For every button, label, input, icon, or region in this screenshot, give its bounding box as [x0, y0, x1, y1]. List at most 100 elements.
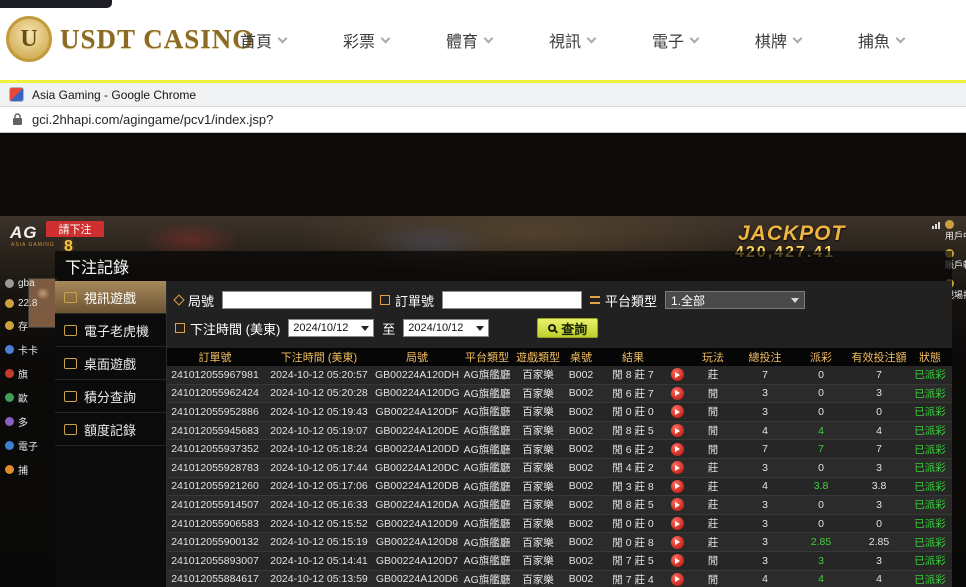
nav-item[interactable]: 彩票 [343, 28, 389, 52]
sidebar-item[interactable]: 桌面遊戲 [55, 347, 166, 380]
cell-payout: 0 [793, 406, 849, 418]
replay-button[interactable] [671, 573, 684, 586]
cell-result: 閒 6 莊 7 [601, 386, 665, 401]
left-rail-item[interactable]: 卡卡 [5, 342, 55, 357]
replay-button[interactable] [671, 387, 684, 400]
cell-platform: AG旗艦廳 [459, 386, 515, 401]
replay-button[interactable] [671, 498, 684, 511]
cell-bet: 4 [737, 480, 793, 492]
order-input[interactable] [442, 291, 582, 309]
nav-item[interactable]: 視訊 [549, 28, 595, 52]
column-header: 派彩 [793, 349, 849, 365]
cell-status: 已派彩 [909, 516, 951, 531]
rail-item-label: 用戶中心 [945, 231, 966, 241]
cell-result: 閒 8 莊 5 [601, 497, 665, 512]
replay-button[interactable] [671, 443, 684, 456]
cell-replay [665, 461, 689, 474]
nav-item[interactable]: 首頁 [240, 28, 286, 52]
cell-round: GB00224A120D8 [375, 536, 459, 548]
nav-item[interactable]: 捕魚 [858, 28, 904, 52]
left-rail-item[interactable]: 多 [5, 414, 55, 429]
browser-title-bar[interactable]: Asia Gaming - Google Chrome [0, 80, 966, 107]
date-from-picker[interactable]: 2024/10/12 [288, 319, 374, 337]
cell-play: 閒 [689, 553, 737, 568]
sidebar-item[interactable]: 積分查詢 [55, 380, 166, 413]
left-rail-item[interactable]: 捕 [5, 462, 55, 477]
left-rail-item[interactable]: 電子 [5, 438, 55, 453]
cell-status: 已派彩 [909, 479, 951, 494]
play-icon [675, 521, 680, 527]
rail-item-label: gba [18, 278, 35, 289]
cell-play: 閒 [689, 423, 737, 438]
platform-select[interactable]: 1.全部 [665, 291, 805, 309]
cell-result: 閒 0 莊 8 [601, 535, 665, 550]
cell-valid: 3 [849, 555, 909, 567]
cell-round: GB00224A120DF [375, 406, 459, 418]
replay-button[interactable] [671, 517, 684, 530]
platform-label: 平台類型 [605, 291, 657, 310]
cell-time: 2024-10-12 05:20:28 [263, 387, 375, 399]
cell-platform: AG旗艦廳 [459, 497, 515, 512]
site-header: U USDT CASINO 首頁 彩票 體育 視訊 電子 棋牌 捕魚 [0, 0, 966, 80]
cell-round: GB00224A120D9 [375, 518, 459, 530]
cell-bet: 4 [737, 573, 793, 585]
cell-payout: 0 [793, 462, 849, 474]
rail-item-icon [5, 279, 14, 288]
left-rail-item[interactable]: 旗 [5, 366, 55, 381]
browser-url-bar[interactable]: gci.2hhapi.com/agingame/pcv1/index.jsp? [0, 107, 966, 133]
cell-order: 241012055914507 [167, 499, 263, 511]
round-input[interactable] [222, 291, 372, 309]
cell-round: GB00224A120D6 [375, 573, 459, 585]
replay-button[interactable] [671, 480, 684, 493]
replay-button[interactable] [671, 368, 684, 381]
cell-status: 已派彩 [909, 442, 951, 457]
cell-time: 2024-10-12 05:19:43 [263, 406, 375, 418]
cell-platform: AG旗艦廳 [459, 460, 515, 475]
sidebar-item-label: 桌面遊戲 [84, 354, 136, 373]
column-header: 遊戲類型 [515, 349, 561, 365]
nav-item[interactable]: 體育 [446, 28, 492, 52]
cell-platform: AG旗艦廳 [459, 553, 515, 568]
platform-icon [590, 296, 600, 304]
nav-item-label: 彩票 [343, 28, 375, 52]
sidebar-item[interactable]: 視訊遊戲 [55, 281, 166, 314]
rail-item-icon [5, 369, 14, 378]
replay-button[interactable] [671, 405, 684, 418]
cell-table: B002 [561, 555, 601, 567]
cell-game: 百家樂 [515, 535, 561, 550]
nav-item[interactable]: 棋牌 [755, 28, 801, 52]
cell-game: 百家樂 [515, 497, 561, 512]
column-header: 有效投注額 [849, 349, 909, 365]
sidebar-item[interactable]: 電子老虎機 [55, 314, 166, 347]
sidebar-item[interactable]: 額度記錄 [55, 413, 166, 446]
table-row: 2410120559212602024-10-12 05:17:06GB0022… [167, 478, 952, 497]
site-logo-text: USDT CASINO [60, 24, 254, 55]
right-rail-item[interactable]: 用戶中心 [945, 220, 966, 241]
left-rail-item[interactable]: gba [5, 278, 55, 289]
cell-table: B002 [561, 536, 601, 548]
date-to-picker[interactable]: 2024/10/12 [403, 319, 489, 337]
left-rail-item[interactable]: 歐 [5, 390, 55, 405]
lock-icon [12, 113, 23, 126]
search-button[interactable]: 查詢 [537, 318, 598, 338]
chevron-down-icon [484, 33, 494, 43]
date-arrow-icon [361, 326, 369, 331]
cell-bet: 3 [737, 406, 793, 418]
replay-button[interactable] [671, 461, 684, 474]
cell-valid: 3 [849, 499, 909, 511]
site-logo[interactable]: U USDT CASINO [6, 16, 254, 62]
left-rail: gba 22.8 存卡卡旗歐多電子捕 [0, 278, 55, 477]
left-rail-item[interactable]: 22.8 [5, 298, 55, 309]
cell-result: 閒 7 莊 5 [601, 553, 665, 568]
cell-bet: 7 [737, 369, 793, 381]
nav-item[interactable]: 電子 [652, 28, 698, 52]
replay-button[interactable] [671, 536, 684, 549]
cell-time: 2024-10-12 05:14:41 [263, 555, 375, 567]
play-icon [675, 446, 680, 452]
left-rail-item[interactable]: 存 [5, 318, 55, 333]
cell-result: 閒 0 莊 0 [601, 404, 665, 419]
replay-button[interactable] [671, 424, 684, 437]
cell-valid: 0 [849, 406, 909, 418]
rail-item-icon [945, 220, 954, 229]
replay-button[interactable] [671, 554, 684, 567]
